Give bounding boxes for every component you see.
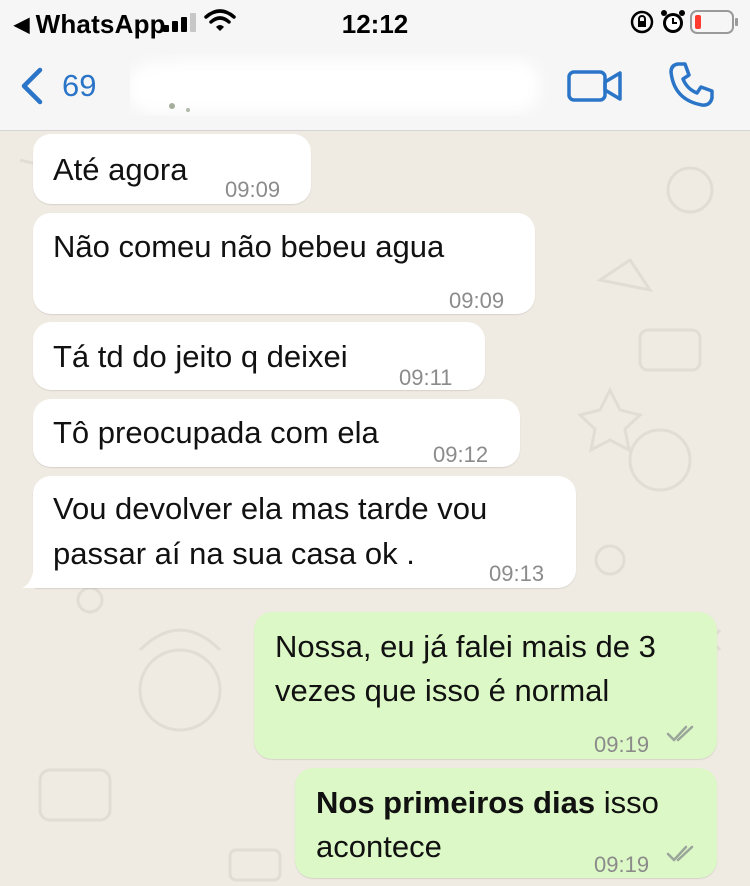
message-text: Nos primeiros dias isso <box>316 781 659 824</box>
message-text: passar aí na sua casa ok . <box>53 536 415 571</box>
chat-header: 69 <box>0 44 750 131</box>
alarm-icon <box>661 10 685 33</box>
delivered-ticks-icon <box>666 725 694 742</box>
message-text: Tá td do jeito q deixei <box>53 339 348 374</box>
battery-icon <box>690 10 738 34</box>
message-text: acontece <box>316 829 442 864</box>
message-bubble[interactable]: Vou devolver ela mas tarde vou passar aí… <box>33 476 576 588</box>
unread-count: 69 <box>62 68 97 103</box>
message-time: 09:09 <box>225 177 281 202</box>
message-text: Até agora <box>53 152 188 187</box>
message-time: 09:11 <box>399 365 453 390</box>
message-time: 09:19 <box>594 852 650 877</box>
message-text: Não comeu não bebeu agua <box>53 229 445 264</box>
video-call-icon[interactable] <box>566 62 624 108</box>
phone-icon[interactable] <box>666 60 716 110</box>
orientation-lock-icon <box>630 10 654 34</box>
message-time: 09:09 <box>449 288 505 313</box>
message-text: Vou devolver ela mas tarde vou <box>53 491 488 526</box>
message-bubble[interactable]: Tá td do jeito q deixei 09:11 <box>33 322 485 390</box>
bubble-tail <box>22 566 50 588</box>
message-text: Tô preocupada com ela <box>53 415 379 450</box>
message-text: Nossa, eu já falei mais de 3 <box>275 629 656 664</box>
redacted-contact-info[interactable] <box>130 54 550 116</box>
message-time: 09:12 <box>433 442 489 467</box>
chevron-left-icon <box>21 67 43 105</box>
message-bubble[interactable]: Nossa, eu já falei mais de 3 vezes que i… <box>254 612 717 759</box>
message-bubble[interactable]: Até agora 09:09 <box>33 134 311 204</box>
message-bold-text: Nos primeiros dias <box>316 785 596 820</box>
back-button[interactable]: 69 <box>18 64 108 108</box>
message-bubble[interactable]: Tô preocupada com ela 09:12 <box>33 399 520 467</box>
message-time: 09:19 <box>594 732 650 757</box>
message-bubble[interactable]: Nos primeiros dias isso acontece 09:19 <box>295 768 717 878</box>
message-bubble[interactable]: Não comeu não bebeu agua 09:09 <box>33 213 535 314</box>
message-rest-text: isso <box>595 785 659 820</box>
status-bar: ◀ WhatsApp 12:12 <box>0 0 750 44</box>
message-time: 09:13 <box>489 561 545 586</box>
message-text: vezes que isso é normal <box>275 673 610 708</box>
delivered-ticks-icon <box>666 845 694 862</box>
